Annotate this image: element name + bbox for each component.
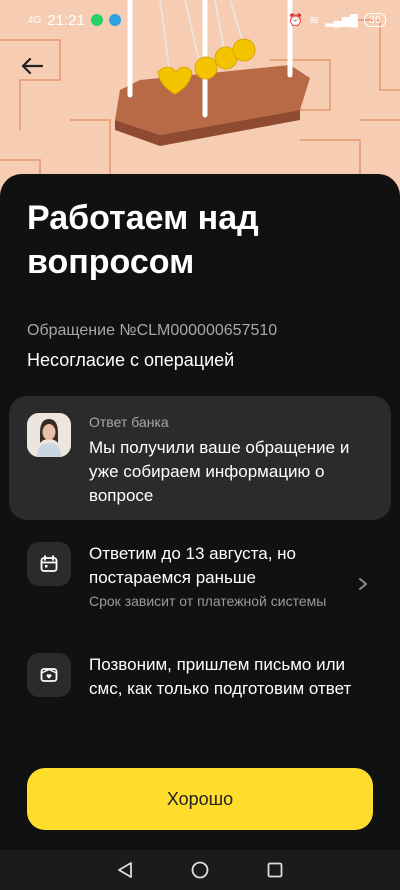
ok-button[interactable]: Хорошо [27,768,373,830]
deadline-title: Ответим до 13 августа, но постараемся ра… [89,544,296,587]
signal-bars-icon: ▂▄▆█ [325,14,358,27]
triangle-back-icon [118,862,132,878]
page-title: Работаем над вопросом [27,199,259,281]
status-time: 21:21 [47,11,85,29]
system-nav-bar [0,850,400,890]
deadline-subtitle: Срок зависит от платежной системы [89,593,327,609]
status-bar: 4G 21:21 ⏰ ≋ ▂▄▆█ 36 [0,0,400,40]
chevron-right-icon[interactable] [356,576,370,592]
telegram-icon [108,14,121,26]
avatar [27,413,71,457]
nav-recents-button[interactable] [267,862,283,878]
calendar-icon [40,555,58,572]
bank-response-card: Ответ банка Мы получили ваше обращение и… [9,396,391,520]
notification-icon-box [27,653,71,697]
nav-back-button[interactable] [117,861,133,879]
envelope-icon [40,668,58,682]
bank-response-label: Ответ банка [89,414,169,430]
bank-response-text: Мы получили ваше обращение и уже собирае… [89,438,350,505]
alarm-icon: ⏰ [288,13,304,27]
case-number: Обращение №CLM000000657510 [27,322,278,339]
battery-indicator: 36 [363,13,386,27]
nav-home-button[interactable] [191,861,209,879]
wifi-icon: ≋ [309,13,320,27]
signal-indicator: 4G [28,14,42,26]
whatsapp-icon [90,14,103,26]
square-recents-icon [267,862,283,878]
arrow-left-icon [21,57,43,75]
case-subject: Несогласие с операцией [27,350,235,370]
circle-home-icon [191,861,209,879]
deadline-icon-box [27,542,71,586]
notification-title: Позвоним, пришлем письмо или смс, как то… [89,655,352,698]
back-button[interactable] [14,48,50,84]
